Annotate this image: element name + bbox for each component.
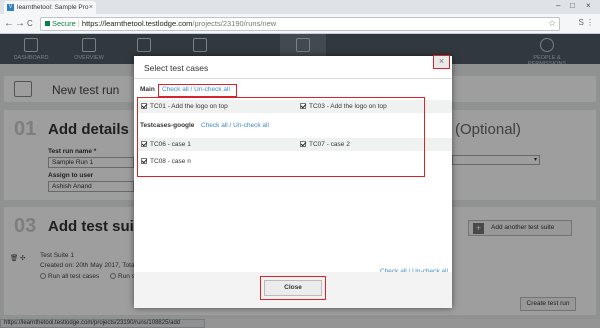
secure-label: Secure: [52, 19, 76, 28]
highlight-test-cases: [137, 97, 425, 177]
extensions-icon[interactable]: S ⋮: [578, 18, 594, 27]
lock-icon: [45, 21, 50, 26]
browser-tab-bar: V learnthetool: Sample Pro × – □ ×: [0, 0, 600, 14]
url-host: https://learnthetool.testlodge.com: [81, 19, 193, 28]
close-window-icon[interactable]: ×: [586, 0, 591, 12]
forward-icon[interactable]: →: [15, 17, 25, 31]
maximize-icon[interactable]: □: [570, 0, 575, 12]
favicon-icon: V: [7, 4, 14, 11]
back-icon[interactable]: ←: [4, 17, 14, 31]
browser-tab[interactable]: V learnthetool: Sample Pro ×: [4, 1, 96, 14]
tab-title: learnthetool: Sample Pro: [17, 4, 89, 11]
address-bar-row: ← → C Secure | https://learnthetool.test…: [0, 14, 600, 34]
minimize-icon[interactable]: –: [556, 0, 560, 12]
close-button[interactable]: Close: [264, 280, 322, 296]
section-main-label: Main: [140, 86, 155, 93]
divider: [134, 78, 452, 79]
url-path: /projects/23190/runs/new: [192, 19, 277, 28]
bookmark-star-icon[interactable]: ☆: [548, 18, 556, 29]
reload-icon[interactable]: C: [27, 17, 33, 31]
modal-close-icon[interactable]: ×: [433, 55, 450, 69]
highlight-check-all: [158, 84, 237, 97]
modal-title: Select test cases: [144, 63, 209, 73]
tab-close-icon[interactable]: ×: [89, 1, 93, 14]
url-input[interactable]: Secure | https://learnthetool.testlodge.…: [40, 17, 560, 31]
